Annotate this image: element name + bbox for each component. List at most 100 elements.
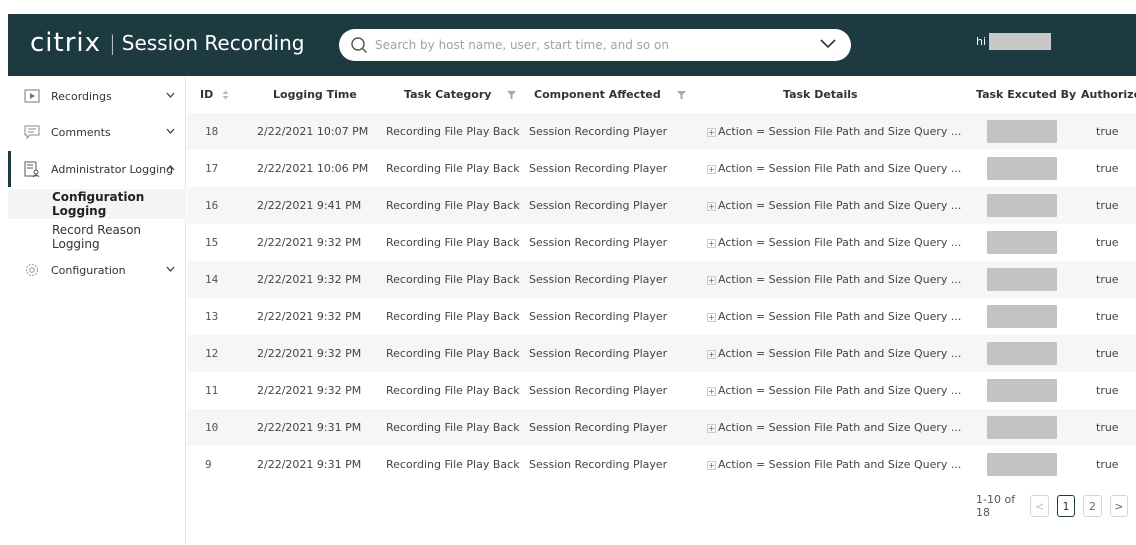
- cell-logging-time: 2/22/2021 9:41 PM: [257, 199, 362, 212]
- cell-task-details[interactable]: + Action = Session File Path and Size Que…: [707, 236, 961, 249]
- column-header-label: Component Affected: [534, 88, 661, 101]
- search-icon[interactable]: [350, 36, 368, 54]
- page-button-1[interactable]: 1: [1056, 495, 1076, 517]
- cell-component-affected: Session Recording Player: [529, 310, 668, 323]
- expand-icon[interactable]: +: [707, 424, 716, 433]
- cell-component-affected: Session Recording Player: [529, 347, 668, 360]
- column-header-task-details[interactable]: Task Details: [783, 88, 858, 101]
- prev-page-button[interactable]: <: [1030, 495, 1049, 517]
- table-row[interactable]: 12 2/22/2021 9:32 PM Recording File Play B…: [187, 335, 1136, 372]
- task-executed-by-redacted: [987, 342, 1057, 365]
- cell-logging-time: 2/22/2021 9:32 PM: [257, 347, 362, 360]
- column-header-component-affected[interactable]: Component Affected: [534, 88, 686, 101]
- pagination-summary: 1-10 of 18: [976, 493, 1016, 519]
- page-button-2[interactable]: 2: [1083, 495, 1102, 517]
- chevron-down-icon[interactable]: [819, 37, 837, 51]
- task-details-text: Action = Session File Path and Size Quer…: [718, 199, 962, 212]
- table-row[interactable]: 16 2/22/2021 9:41 PM Recording File Play B…: [187, 187, 1136, 224]
- sidebar-item-label: Configuration: [51, 263, 126, 277]
- expand-icon[interactable]: +: [707, 165, 716, 174]
- column-header-task-category[interactable]: Task Category: [404, 88, 517, 101]
- cell-task-details[interactable]: + Action = Session File Path and Size Que…: [707, 421, 961, 434]
- table-row[interactable]: 10 2/22/2021 9:31 PM Recording File Play B…: [187, 409, 1136, 446]
- cell-id: 9: [205, 458, 212, 471]
- user-menu[interactable]: hi: [976, 33, 1052, 50]
- cell-task-details[interactable]: + Action = Session File Path and Size Que…: [707, 273, 961, 286]
- task-executed-by-redacted: [987, 453, 1057, 476]
- brand[interactable]: citrix | Session Recording: [30, 26, 304, 60]
- task-executed-by-redacted: [987, 231, 1057, 254]
- chevron-up-icon[interactable]: [166, 165, 175, 171]
- chevron-down-icon[interactable]: [166, 92, 175, 98]
- cell-authorized: true: [1096, 310, 1119, 323]
- search-input[interactable]: [375, 34, 805, 56]
- cell-logging-time: 2/22/2021 9:32 PM: [257, 384, 362, 397]
- chevron-down-icon[interactable]: [166, 128, 175, 134]
- filter-icon[interactable]: [676, 91, 686, 99]
- search-bar[interactable]: [339, 29, 851, 61]
- chevron-down-icon[interactable]: [166, 266, 175, 272]
- cell-id: 17: [205, 162, 219, 175]
- sidebar-item-label: Administrator Logging: [51, 162, 174, 176]
- sort-icon[interactable]: [222, 90, 229, 100]
- cell-task-details[interactable]: + Action = Session File Path and Size Que…: [707, 310, 961, 323]
- cell-component-affected: Session Recording Player: [529, 236, 668, 249]
- expand-icon[interactable]: +: [707, 276, 716, 285]
- next-page-button[interactable]: >: [1109, 495, 1129, 517]
- sidebar-item-comments[interactable]: Comments: [8, 114, 186, 150]
- task-details-text: Action = Session File Path and Size Quer…: [718, 458, 962, 471]
- task-executed-by-redacted: [987, 305, 1057, 328]
- column-header-id[interactable]: ID: [200, 88, 229, 101]
- sidebar-subitem-record-reason-logging[interactable]: Record Reason Logging: [8, 222, 186, 252]
- column-header-logging-time[interactable]: Logging Time: [273, 88, 357, 101]
- cell-id: 14: [205, 273, 219, 286]
- cell-id: 12: [205, 347, 219, 360]
- sidebar: Recordings Comments Administrator Loggin…: [8, 76, 186, 545]
- column-header-task-executed-by[interactable]: Task Excuted By: [976, 88, 1076, 101]
- sidebar-item-configuration[interactable]: Configuration: [8, 252, 186, 288]
- comment-icon: [24, 125, 40, 140]
- cell-logging-time: 2/22/2021 10:07 PM: [257, 125, 369, 138]
- cell-task-details[interactable]: + Action = Session File Path and Size Que…: [707, 199, 961, 212]
- expand-icon[interactable]: +: [707, 350, 716, 359]
- cell-task-details[interactable]: + Action = Session File Path and Size Que…: [707, 384, 961, 397]
- cell-task-details[interactable]: + Action = Session File Path and Size Que…: [707, 162, 961, 175]
- sidebar-subitem-label: Configuration Logging: [52, 190, 145, 218]
- cell-task-details[interactable]: + Action = Session File Path and Size Que…: [707, 458, 961, 471]
- cell-task-category: Recording File Play Back: [386, 384, 520, 397]
- cell-authorized: true: [1096, 273, 1119, 286]
- column-header-authorized[interactable]: Authorized: [1081, 88, 1136, 101]
- task-details-text: Action = Session File Path and Size Quer…: [718, 421, 962, 434]
- cell-authorized: true: [1096, 347, 1119, 360]
- task-details-text: Action = Session File Path and Size Quer…: [718, 347, 962, 360]
- table-row[interactable]: 17 2/22/2021 10:06 PM Recording File Play …: [187, 150, 1136, 187]
- expand-icon[interactable]: +: [707, 461, 716, 470]
- cell-logging-time: 2/22/2021 9:32 PM: [257, 310, 362, 323]
- table-row[interactable]: 9 2/22/2021 9:31 PM Recording File Play Ba…: [187, 446, 1136, 483]
- expand-icon[interactable]: +: [707, 128, 716, 137]
- task-executed-by-redacted: [987, 157, 1057, 180]
- sidebar-item-recordings[interactable]: Recordings: [8, 78, 186, 114]
- cell-task-details[interactable]: + Action = Session File Path and Size Que…: [707, 347, 961, 360]
- table-row[interactable]: 14 2/22/2021 9:32 PM Recording File Play B…: [187, 261, 1136, 298]
- cell-task-category: Recording File Play Back: [386, 310, 520, 323]
- filter-icon[interactable]: [507, 91, 517, 99]
- table-row[interactable]: 15 2/22/2021 9:32 PM Recording File Play B…: [187, 224, 1136, 261]
- cell-task-category: Recording File Play Back: [386, 199, 520, 212]
- cell-task-details[interactable]: + Action = Session File Path and Size Que…: [707, 125, 961, 138]
- expand-icon[interactable]: +: [707, 202, 716, 211]
- cell-task-category: Recording File Play Back: [386, 273, 520, 286]
- sidebar-item-administrator-logging[interactable]: Administrator Logging: [8, 151, 186, 187]
- sidebar-subitem-configuration-logging[interactable]: Configuration Logging: [8, 189, 186, 219]
- expand-icon[interactable]: +: [707, 313, 716, 322]
- table-row[interactable]: 13 2/22/2021 9:32 PM Recording File Play B…: [187, 298, 1136, 335]
- task-details-text: Action = Session File Path and Size Quer…: [718, 125, 962, 138]
- expand-icon[interactable]: +: [707, 387, 716, 396]
- table-row[interactable]: 11 2/22/2021 9:32 PM Recording File Play B…: [187, 372, 1136, 409]
- table-row[interactable]: 18 2/22/2021 10:07 PM Recording File Play …: [187, 113, 1136, 150]
- cell-id: 11: [205, 384, 219, 397]
- cell-id: 10: [205, 421, 219, 434]
- task-executed-by-redacted: [987, 416, 1057, 439]
- expand-icon[interactable]: +: [707, 239, 716, 248]
- app-header: citrix | Session Recording hi: [8, 14, 1136, 76]
